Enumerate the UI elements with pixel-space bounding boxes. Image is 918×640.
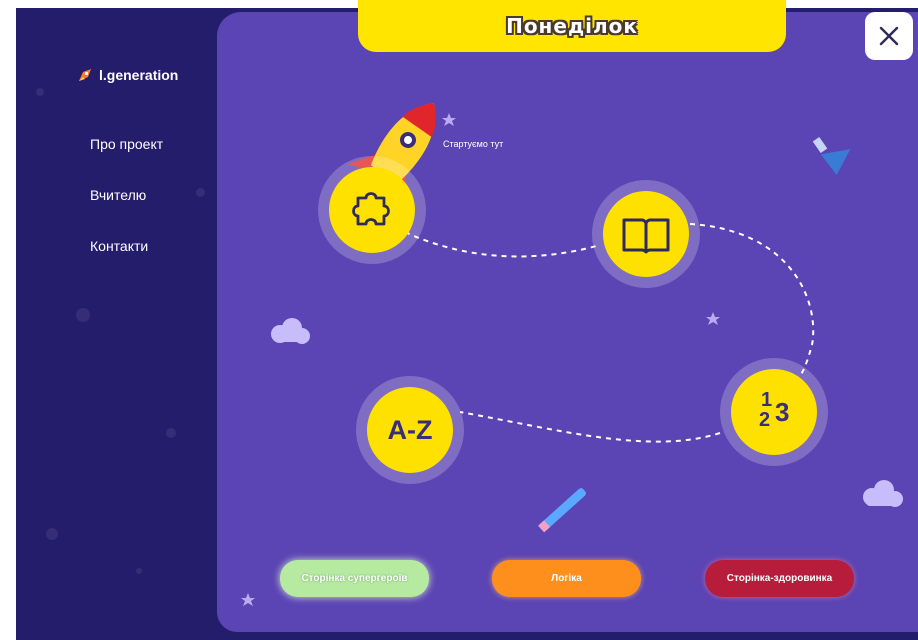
logic-button[interactable]: Логіка [492,560,641,597]
puzzle-icon [352,192,390,226]
bg-dot [166,428,176,438]
lesson-node-puzzle[interactable] [318,156,426,264]
start-label: Стартуємо тут [443,139,504,149]
bg-dot [46,528,58,540]
bg-dot [76,308,90,322]
rocket-logo-icon [76,66,94,84]
alphabet-icon: A-Z [387,414,433,445]
digit-two: 2 [759,409,771,431]
close-button[interactable] [865,12,913,60]
lesson-node-alphabet[interactable]: A-Z [356,376,464,484]
main-panel [217,12,918,632]
health-page-button[interactable]: Сторінка-здоровинка [705,560,854,597]
bg-dot [136,568,142,574]
superheroes-page-button[interactable]: Сторінка супергероїв [280,560,429,597]
digit-three: 3 [775,397,790,427]
sidebar-nav: Про проект Вчителю Контакти [90,136,163,289]
bg-dot [196,188,205,197]
page-title: Понеділок [506,14,638,38]
brand-logo[interactable]: l.generation [76,66,178,84]
book-icon [622,218,670,254]
nav-item-teacher[interactable]: Вчителю [90,187,163,203]
close-icon [879,26,899,46]
lesson-node-numbers[interactable]: 1 2 3 [720,358,828,466]
day-title-banner: Понеділок [358,0,786,52]
nav-item-contacts[interactable]: Контакти [90,238,163,254]
lesson-node-book[interactable] [592,180,700,288]
node-face [329,167,415,253]
brand-name: l.generation [99,67,179,83]
bg-dot [36,88,44,96]
node-face: A-Z [367,387,453,473]
node-face: 1 2 3 [731,369,817,455]
nav-item-about[interactable]: Про проект [90,136,163,152]
app-frame: l.generation Про проект Вчителю Контакти [16,8,918,640]
node-face [603,191,689,277]
